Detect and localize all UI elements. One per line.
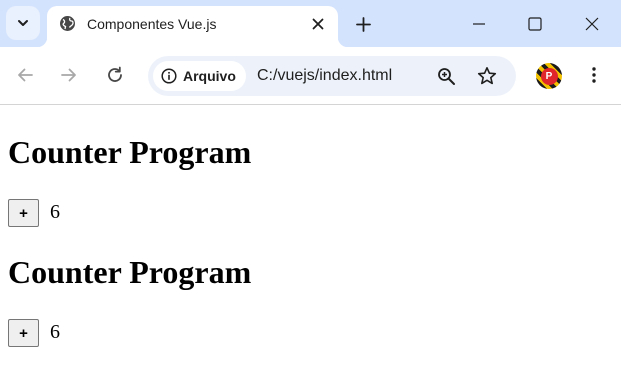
maximize-icon: [528, 16, 542, 31]
increment-button[interactable]: +: [8, 319, 39, 347]
close-window-button[interactable]: [563, 0, 621, 47]
zoom-button[interactable]: [436, 66, 456, 86]
site-info-chip[interactable]: Arquivo: [153, 61, 246, 91]
bookmark-button[interactable]: [477, 66, 497, 86]
tab-title: Componentes Vue.js: [87, 16, 217, 32]
globe-icon: [60, 16, 75, 31]
close-icon: [585, 17, 599, 30]
reload-icon: [108, 66, 122, 82]
counter-value: 6: [50, 201, 60, 223]
page-heading: Counter Program: [8, 254, 252, 290]
increment-button[interactable]: +: [8, 199, 39, 227]
forward-button[interactable]: [55, 61, 83, 89]
info-icon: [161, 68, 177, 84]
minimize-icon: [473, 22, 485, 25]
arrow-right-icon: [61, 68, 76, 82]
maximize-button[interactable]: [506, 0, 564, 47]
site-chip-label: Arquivo: [183, 68, 236, 84]
browser-toolbar: Arquivo C:/vuejs/index.html P: [0, 47, 621, 105]
address-bar[interactable]: Arquivo C:/vuejs/index.html: [148, 56, 516, 96]
chevron-down-icon: [18, 20, 28, 26]
back-button[interactable]: [11, 61, 39, 89]
new-tab-button[interactable]: [351, 12, 375, 36]
star-icon: [477, 67, 497, 85]
plus-icon: [355, 16, 371, 32]
page-viewport: Counter Program + 6 Counter Program + 6: [0, 106, 621, 379]
arrow-left-icon: [18, 68, 33, 82]
avatar-initial: P: [540, 67, 558, 85]
tab-close-button[interactable]: [308, 14, 328, 34]
profile-avatar[interactable]: P: [536, 63, 562, 89]
page-heading: Counter Program: [8, 134, 252, 170]
zoom-in-icon: [437, 67, 455, 85]
close-icon: [312, 18, 324, 30]
reload-button[interactable]: [101, 61, 129, 89]
browser-menu-button[interactable]: [580, 61, 608, 89]
url-text[interactable]: C:/vuejs/index.html: [257, 67, 392, 85]
minimize-button[interactable]: [450, 0, 508, 47]
tab-search-button[interactable]: [6, 6, 40, 40]
counter-value: 6: [50, 321, 60, 343]
more-vertical-icon: [592, 67, 596, 83]
active-tab[interactable]: Componentes Vue.js: [37, 6, 348, 47]
tab-strip: Componentes Vue.js: [0, 0, 621, 47]
